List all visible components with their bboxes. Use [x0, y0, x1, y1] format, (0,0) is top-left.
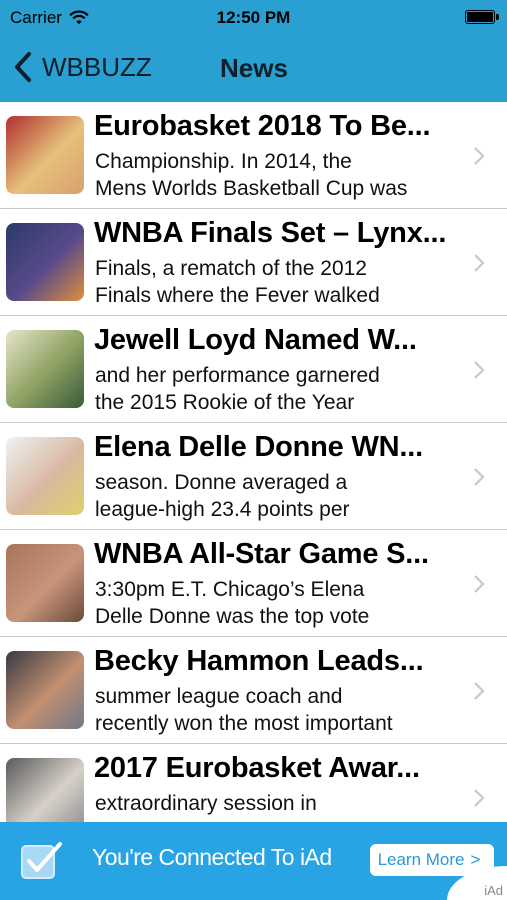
summary-line: Mens Worlds Basketball Cup was: [95, 177, 408, 200]
back-button[interactable]: WBBUZZ: [12, 51, 152, 83]
article-summary: Championship. In 2014, the Mens Worlds Ba…: [95, 148, 465, 202]
article-thumbnail: [6, 330, 84, 408]
article-title: Jewell Loyd Named W...: [94, 324, 417, 356]
article-summary: 3:30pm E.T. Chicago’s Elena Delle Donne w…: [95, 576, 465, 630]
chevron-right-icon: [474, 789, 485, 807]
chevron-right-icon: [474, 147, 485, 165]
page-title: News: [220, 53, 288, 83]
status-bar: Carrier 12:50 PM: [0, 0, 507, 36]
checkbox-icon: [21, 842, 62, 879]
article-title: WNBA All-Star Game S...: [94, 538, 429, 570]
summary-line: Delle Donne was the top vote: [95, 605, 370, 628]
chevron-right-icon: [474, 361, 485, 379]
list-item[interactable]: Elena Delle Donne WN... season. Donne ave…: [0, 423, 507, 530]
summary-line: the 2015 Rookie of the Year: [95, 391, 355, 414]
chevron-right-icon: >: [470, 850, 481, 869]
article-title: Elena Delle Donne WN...: [94, 431, 423, 463]
list-item[interactable]: WNBA Finals Set – Lynx... Finals, a remat…: [0, 209, 507, 316]
summary-line: summer league coach and: [95, 685, 343, 708]
article-summary: summer league coach and recently won the …: [95, 683, 465, 737]
summary-line: Finals where the Fever walked: [95, 284, 380, 307]
list-item[interactable]: Jewell Loyd Named W... and her performanc…: [0, 316, 507, 423]
summary-line: extraordinary session in: [95, 792, 317, 815]
article-thumbnail: [6, 116, 84, 194]
battery-icon: [465, 10, 499, 24]
list-item[interactable]: WNBA All-Star Game S... 3:30pm E.T. Chica…: [0, 530, 507, 637]
ad-message: You're Connected To iAd: [92, 844, 332, 870]
list-item[interactable]: Becky Hammon Leads... summer league coach…: [0, 637, 507, 744]
summary-line: season. Donne averaged a: [95, 471, 348, 494]
chevron-right-icon: [474, 468, 485, 486]
article-title: 2017 Eurobasket Awar...: [94, 752, 420, 784]
article-summary: extraordinary session in: [95, 790, 465, 817]
summary-line: and her performance garnered: [95, 364, 380, 387]
article-summary: and her performance garnered the 2015 Roo…: [95, 362, 465, 416]
list-item[interactable]: Eurobasket 2018 To Be... Championship. In…: [0, 102, 507, 209]
chevron-left-icon: [15, 52, 31, 82]
chevron-right-icon: [474, 682, 485, 700]
clock: 12:50 PM: [216, 8, 291, 27]
article-title: WNBA Finals Set – Lynx...: [94, 217, 447, 249]
chevron-right-icon: [474, 575, 485, 593]
iad-logo: iAd: [484, 883, 503, 898]
learn-more-label: Learn More: [377, 850, 465, 869]
article-thumbnail: [6, 544, 84, 622]
chevron-right-icon: [474, 254, 485, 272]
iad-banner[interactable]: You're Connected To iAd Learn More > iAd: [0, 822, 507, 900]
article-thumbnail: [6, 651, 84, 729]
article-title: Eurobasket 2018 To Be...: [94, 110, 431, 142]
article-summary: season. Donne averaged a league-high 23.4…: [95, 469, 465, 523]
summary-line: Championship. In 2014, the: [95, 150, 352, 173]
summary-line: league-high 23.4 points per: [95, 498, 350, 521]
news-list[interactable]: Eurobasket 2018 To Be... Championship. In…: [0, 102, 507, 822]
article-thumbnail: [6, 223, 84, 301]
article-thumbnail: [6, 758, 84, 822]
list-item[interactable]: 2017 Eurobasket Awar... extraordinary ses…: [0, 744, 507, 822]
back-label: WBBUZZ: [42, 51, 152, 82]
article-summary: Finals, a rematch of the 2012 Finals wher…: [95, 255, 465, 309]
article-title: Becky Hammon Leads...: [94, 645, 424, 677]
summary-line: Finals, a rematch of the 2012: [95, 257, 367, 280]
navigation-bar: WBBUZZ News: [0, 36, 507, 102]
summary-line: 3:30pm E.T. Chicago’s Elena: [95, 578, 365, 601]
article-thumbnail: [6, 437, 84, 515]
summary-line: recently won the most important: [95, 712, 393, 735]
